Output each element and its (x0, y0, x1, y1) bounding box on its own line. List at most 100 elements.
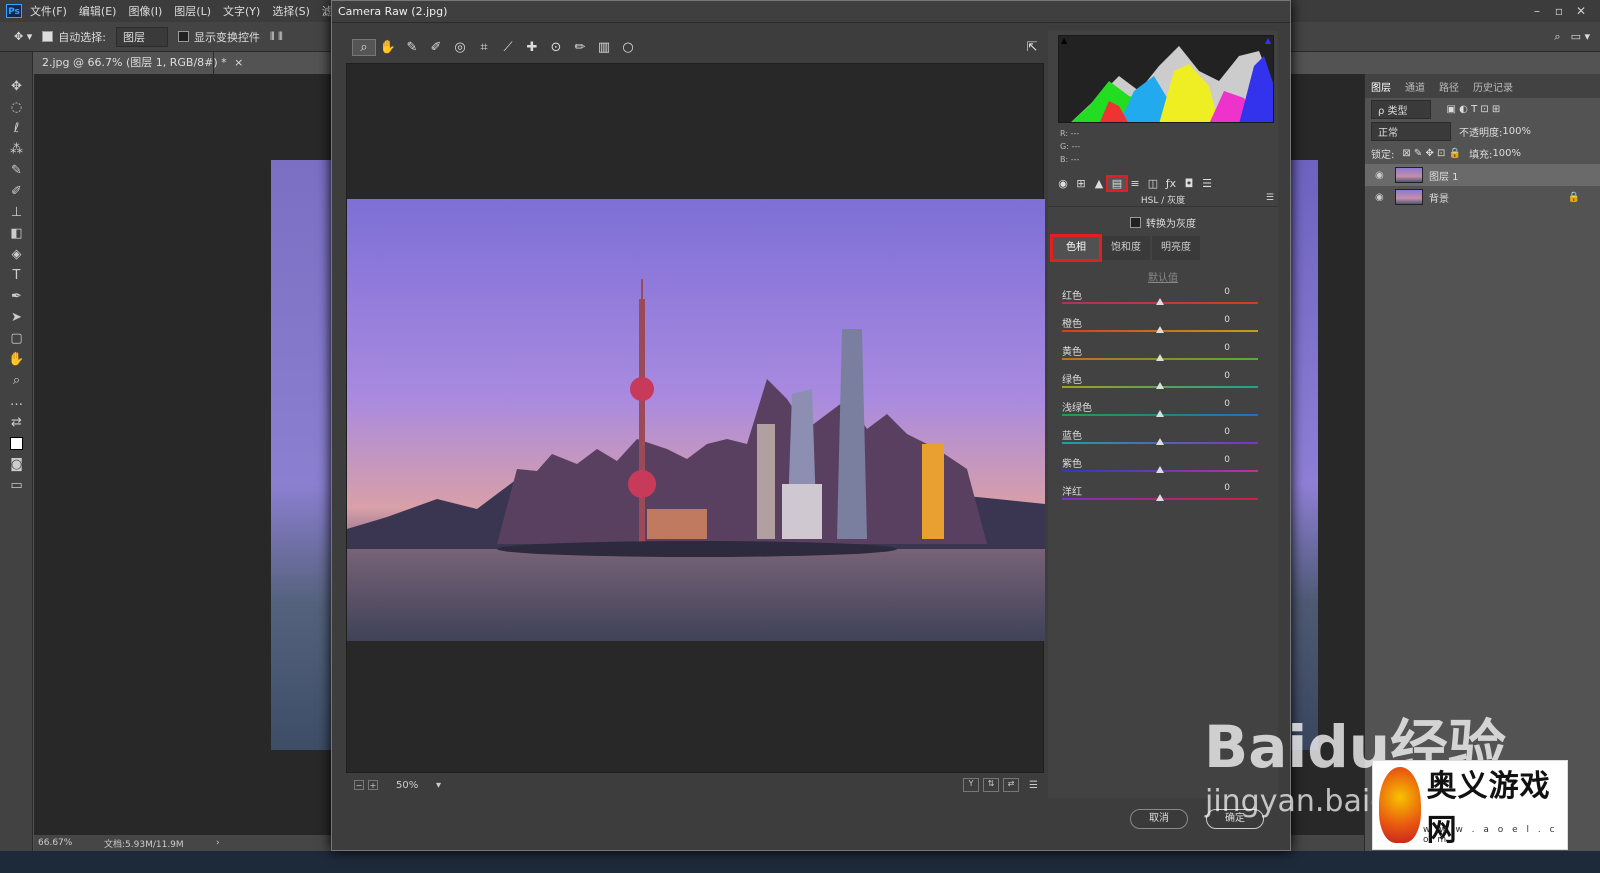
chevron-down-icon[interactable]: ▾ (436, 780, 441, 791)
opacity-field[interactable]: 100% (1502, 126, 1531, 137)
align-icons[interactable]: ⫴ ⫴ (270, 30, 283, 44)
shape-tool-icon[interactable]: ▢ (0, 328, 33, 349)
auto-select-dropdown[interactable]: 图层 (115, 26, 168, 47)
swap-before-after-icon[interactable]: ⇅ (983, 778, 1000, 792)
hand-icon[interactable]: ✋ (376, 40, 400, 55)
eyedropper-tool-icon[interactable]: ✎ (0, 160, 33, 181)
menu-type[interactable]: 文字(Y) (223, 3, 260, 19)
hsl-slider-row[interactable]: 绿色 0 (1062, 371, 1262, 399)
slider-value[interactable]: 0 (1224, 483, 1230, 493)
hsl-slider-row[interactable]: 红色 0 (1062, 287, 1262, 315)
cancel-button[interactable]: 取消 (1130, 809, 1188, 829)
zoom-out-icon[interactable]: − (354, 780, 364, 790)
effects-icon[interactable]: ƒx (1162, 177, 1180, 190)
fill-field[interactable]: 100% (1492, 148, 1521, 159)
hsl-slider-row[interactable]: 黄色 0 (1062, 343, 1262, 371)
tab-paths[interactable]: 路径 (1439, 79, 1459, 94)
eraser-tool-icon[interactable]: ◧ (0, 223, 33, 244)
before-after-icon[interactable]: Y (963, 778, 980, 792)
hsl-slider-row[interactable]: 浅绿色 0 (1062, 399, 1262, 427)
lasso-tool-icon[interactable]: ℓ (0, 118, 33, 139)
marquee-tool-icon[interactable]: ◌ (0, 97, 33, 118)
slider-knob[interactable] (1156, 382, 1164, 389)
hsl-slider-row[interactable]: 蓝色 0 (1062, 427, 1262, 455)
slider-knob[interactable] (1156, 326, 1164, 333)
zoom-level-dropdown[interactable]: 50% (396, 780, 436, 791)
move-tool-icon[interactable]: ✥ ▾ (14, 30, 32, 43)
brush-tool-icon[interactable]: ✐ (0, 181, 33, 202)
lock-icons[interactable]: ⊠ ✎ ✥ ⊡ 🔒 (1402, 148, 1461, 159)
auto-select-checkbox[interactable]: 自动选择: (42, 29, 106, 45)
tab-history[interactable]: 历史记录 (1473, 79, 1513, 94)
hsl-slider-row[interactable]: 洋红 0 (1062, 483, 1262, 511)
screen-mode-icon[interactable]: ▭ (0, 475, 33, 496)
hsl-slider-row[interactable]: 紫色 0 (1062, 455, 1262, 483)
zoom-in-icon[interactable]: + (368, 780, 378, 790)
crop-icon[interactable]: ⌗ (472, 40, 496, 55)
tab-channels[interactable]: 通道 (1405, 79, 1425, 94)
shadow-clipping-icon[interactable]: ▲ (1061, 36, 1067, 45)
basic-panel-icon[interactable]: ◉ (1054, 177, 1072, 190)
document-tab[interactable]: 2.jpg @ 66.7% (图层 1, RGB/8#) * × (34, 52, 243, 74)
open-preferences-icon[interactable]: ⇱ (1020, 40, 1044, 55)
slider-knob[interactable] (1156, 466, 1164, 473)
menu-layer[interactable]: 图层(L) (174, 3, 211, 19)
copy-settings-icon[interactable]: ⇄ (1003, 778, 1020, 792)
zoom-icon[interactable]: ⌕ (352, 38, 376, 56)
show-transform-checkbox[interactable]: 显示变换控件 (177, 29, 260, 45)
workspace-icon[interactable]: ▭ ▾ (1571, 30, 1590, 43)
lens-corrections-icon[interactable]: ◫ (1144, 177, 1162, 190)
highlight-clipping-icon[interactable]: ▲ (1265, 36, 1271, 45)
slider-value[interactable]: 0 (1224, 427, 1230, 437)
quick-select-tool-icon[interactable]: ⁂ (0, 139, 33, 160)
red-eye-icon[interactable]: ⊙ (544, 40, 568, 55)
white-balance-icon[interactable]: ✎ (400, 40, 424, 55)
panel-menu-icon[interactable]: ☰ (1266, 193, 1274, 203)
spot-removal-icon[interactable]: ✚ (520, 40, 544, 55)
slider-knob[interactable] (1156, 354, 1164, 361)
path-select-tool-icon[interactable]: ➤ (0, 307, 33, 328)
default-link[interactable]: 默认值 (1048, 269, 1278, 284)
adjustment-brush-icon[interactable]: ✏ (568, 40, 592, 55)
tab-hue[interactable]: 色相 (1050, 234, 1102, 262)
toggle-settings-icon[interactable]: ☰ (1029, 780, 1038, 791)
slider-value[interactable]: 0 (1224, 399, 1230, 409)
split-toning-icon[interactable]: ≡ (1126, 177, 1144, 190)
radial-filter-icon[interactable]: ○ (616, 40, 640, 55)
presets-icon[interactable]: ☰ (1198, 177, 1216, 190)
move-tool-icon[interactable]: ✥ (0, 76, 33, 97)
camera-calibration-icon[interactable]: ◘ (1180, 177, 1198, 190)
detail-icon[interactable]: ▲ (1090, 177, 1108, 190)
slider-value[interactable]: 0 (1224, 315, 1230, 325)
slider-value[interactable]: 0 (1224, 287, 1230, 297)
minimize-button[interactable]: – (1526, 4, 1548, 18)
layer-row[interactable]: ◉ 图层 1 (1365, 164, 1600, 186)
zoom-tool-icon[interactable]: ⌕ (0, 370, 33, 391)
type-tool-icon[interactable]: T (0, 265, 33, 286)
maximize-button[interactable]: ▫ (1548, 4, 1570, 18)
more-tools-icon[interactable]: … (0, 391, 33, 412)
filter-icons[interactable]: ▣ ◐ T ⊡ ⊞ (1447, 104, 1501, 115)
target-adjust-icon[interactable]: ◎ (448, 40, 472, 55)
tone-curve-icon[interactable]: ⊞ (1072, 177, 1090, 190)
tab-luminance[interactable]: 明亮度 (1152, 236, 1200, 260)
straighten-icon[interactable]: ⟋ (496, 40, 520, 55)
stamp-tool-icon[interactable]: ⊥ (0, 202, 33, 223)
menu-image[interactable]: 图像(I) (128, 3, 162, 19)
blend-mode-dropdown[interactable]: 正常 (1371, 121, 1451, 141)
zoom-readout[interactable]: 66.67% (38, 838, 104, 848)
close-button[interactable]: ✕ (1570, 4, 1592, 18)
slider-value[interactable]: 0 (1224, 455, 1230, 465)
layer-row[interactable]: ◉ 背景 🔒 (1365, 186, 1600, 208)
close-tab-icon[interactable]: × (234, 56, 243, 69)
tab-saturation[interactable]: 饱和度 (1102, 236, 1150, 260)
bucket-tool-icon[interactable]: ◈ (0, 244, 33, 265)
slider-value[interactable]: 0 (1224, 371, 1230, 381)
hand-tool-icon[interactable]: ✋ (0, 349, 33, 370)
pen-tool-icon[interactable]: ✒ (0, 286, 33, 307)
color-swatches-icon[interactable] (0, 433, 33, 454)
search-icon[interactable]: ⌕ (1554, 30, 1560, 44)
slider-knob[interactable] (1156, 438, 1164, 445)
graduated-filter-icon[interactable]: ▥ (592, 40, 616, 55)
status-arrow-icon[interactable]: › (216, 838, 220, 848)
